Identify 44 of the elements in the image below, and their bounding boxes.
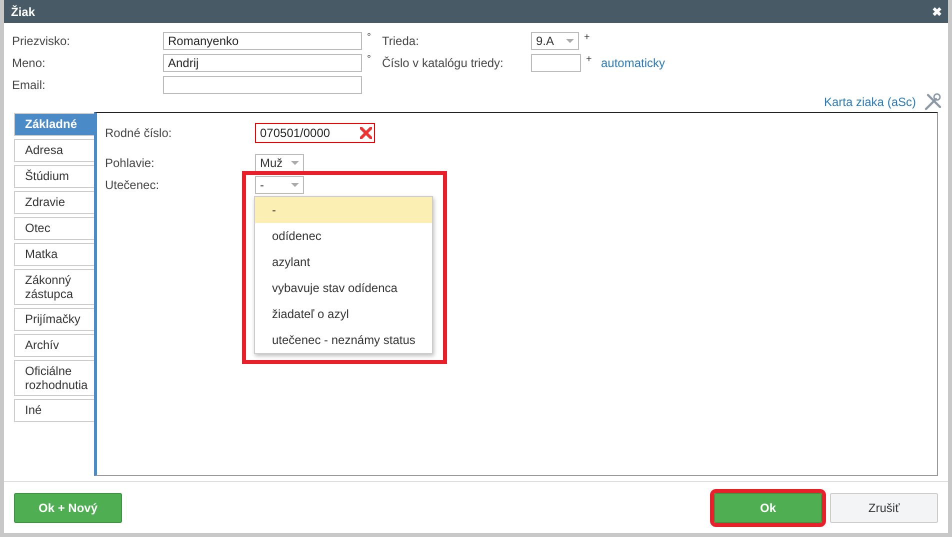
- dropdown-option[interactable]: -: [255, 197, 432, 223]
- automatic-link[interactable]: automaticky: [601, 56, 666, 70]
- input-field[interactable]: [531, 54, 581, 72]
- tab[interactable]: Štúdium: [14, 165, 94, 188]
- dropdown-option[interactable]: azylant: [255, 249, 432, 275]
- tab[interactable]: Adresa: [14, 139, 94, 162]
- refugee-select[interactable]: -: [255, 176, 304, 194]
- tab[interactable]: Zdravie: [14, 191, 94, 214]
- error-icon[interactable]: [360, 127, 372, 139]
- input-field[interactable]: Romanyenko: [163, 32, 362, 50]
- input-field[interactable]: Andrij: [163, 54, 362, 72]
- tab[interactable]: Základné: [14, 113, 94, 136]
- field-label: Trieda:: [382, 34, 420, 48]
- window-title: Žiak: [11, 4, 36, 18]
- cancel-button[interactable]: Zrušiť: [830, 492, 938, 522]
- tab[interactable]: Prijímačky: [14, 308, 94, 331]
- tab[interactable]: Archív: [14, 334, 94, 357]
- input-field[interactable]: [163, 76, 362, 94]
- field-label: Utečenec:: [105, 178, 160, 192]
- tab[interactable]: Matka: [14, 243, 94, 266]
- tools-icon[interactable]: [924, 93, 942, 111]
- gender-select[interactable]: Muž: [255, 154, 304, 172]
- field-label: Meno:: [12, 56, 46, 70]
- required-mark: °: [366, 32, 372, 43]
- plus-mark: +: [585, 54, 593, 65]
- dropdown-option[interactable]: utečenec - neznámy status: [255, 327, 432, 353]
- tab[interactable]: Otec: [14, 217, 94, 240]
- input-field[interactable]: 070501/0000: [255, 123, 375, 143]
- dropdown-option[interactable]: žiadateľ o azyl: [255, 301, 432, 327]
- close-icon[interactable]: ✖: [932, 4, 942, 18]
- tab[interactable]: Zákonný zástupca: [14, 269, 94, 305]
- dropdown-option[interactable]: vybavuje stav odídenca: [255, 275, 432, 301]
- plus-mark: +: [583, 32, 591, 43]
- tab[interactable]: Iné: [14, 399, 94, 422]
- required-mark: °: [366, 54, 372, 65]
- class-select[interactable]: 9.A: [531, 32, 579, 50]
- field-label: Rodné číslo:: [105, 126, 173, 140]
- field-label: Priezvisko:: [12, 34, 72, 48]
- field-label: Email:: [12, 78, 46, 92]
- field-label: Pohlavie:: [105, 156, 156, 170]
- dropdown-option[interactable]: odídenec: [255, 223, 432, 249]
- card-link[interactable]: Karta ziaka (aSc): [824, 95, 916, 109]
- tab[interactable]: Oficiálne rozhodnutia: [14, 360, 94, 396]
- field-label: Číslo v katalógu triedy:: [382, 56, 504, 70]
